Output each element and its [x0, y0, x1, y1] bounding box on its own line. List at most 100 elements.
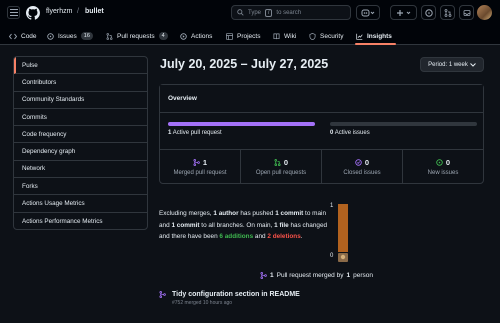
tab-security[interactable]: Security — [309, 30, 343, 42]
active-tab-indicator — [355, 43, 396, 45]
stat-merged-label: Merged pull request — [173, 170, 227, 176]
merged-summary: 1 Pull request merged by 1 person — [260, 272, 373, 279]
merged-icon — [260, 272, 267, 279]
stat-closed-issues[interactable]: 0 Closed issues — [322, 150, 403, 184]
graph-icon — [356, 33, 363, 40]
active-issues-summary[interactable]: 0 Active issues — [330, 130, 370, 136]
stat-open-prs[interactable]: 0 Open pull requests — [241, 150, 322, 184]
summary-text: and — [253, 233, 268, 240]
pull-request-icon — [106, 32, 113, 40]
inbox-icon — [463, 9, 470, 16]
repo-owner-link[interactable]: flyerhzm — [46, 8, 72, 15]
chart-max-label: 1 — [330, 203, 334, 209]
merged-icon — [159, 291, 166, 298]
sidebar-item-actions-performance-metrics[interactable]: Actions Performance Metrics — [14, 213, 147, 229]
sidebar-item-code-frequency[interactable]: Code frequency — [14, 126, 147, 144]
sidebar-item-actions-usage-metrics[interactable]: Actions Usage Metrics — [14, 195, 147, 213]
issues-header-button[interactable] — [421, 5, 436, 20]
tab-insights-label: Insights — [367, 32, 392, 40]
new-issue-icon — [436, 159, 443, 166]
git-pull-request-icon — [444, 8, 451, 17]
merged-people-count: 1 — [346, 272, 351, 279]
pull-requests-header-button[interactable] — [440, 5, 455, 20]
active-issues-count: 0 — [330, 130, 334, 136]
table-icon — [226, 32, 233, 40]
tab-code[interactable]: Code — [9, 30, 37, 42]
tab-issues[interactable]: Issues 16 — [47, 30, 93, 42]
sidebar-item-contributors[interactable]: Contributors — [14, 74, 147, 92]
commit-summary: Excluding merges, 1 author has pushed 1 … — [159, 208, 331, 243]
tab-actions-label: Actions — [191, 32, 213, 40]
summary-text: . — [300, 233, 303, 240]
stat-closed-label: Closed issues — [343, 170, 381, 176]
summary-commit-count: 1 — [275, 210, 279, 217]
pr-meta: #752 merged 10 hours ago — [172, 300, 233, 306]
stat-merged-prs[interactable]: 1 Merged pull request — [160, 150, 241, 184]
code-icon — [9, 33, 17, 39]
github-logo-icon[interactable] — [26, 6, 40, 20]
merged-count: 1 — [270, 272, 274, 279]
merged-pr-item: Tidy configuration section in README #75… — [159, 291, 300, 306]
overview-panel: Overview 1 Active pull request 0 Active … — [159, 84, 484, 184]
tab-projects[interactable]: Projects — [226, 30, 260, 42]
sidebar-item-forks[interactable]: Forks — [14, 178, 147, 196]
chart-min-label: 0 — [330, 253, 334, 259]
repo-name-link[interactable]: bullet — [85, 8, 104, 15]
page-title: July 20, 2025 – July 27, 2025 — [160, 57, 329, 71]
tab-projects-label: Projects — [237, 32, 261, 40]
stat-new-issues[interactable]: 0 New issues — [403, 150, 483, 184]
active-pr-summary[interactable]: 1 Active pull request — [168, 130, 222, 136]
merged-text: Pull request merged by — [276, 272, 344, 279]
open-pr-icon — [274, 159, 281, 166]
chart-bar[interactable] — [338, 204, 348, 252]
user-avatar[interactable] — [477, 5, 492, 20]
tab-insights[interactable]: Insights — [356, 30, 392, 42]
sidebar-item-pulse[interactable]: Pulse — [14, 57, 147, 75]
summary-authors[interactable]: 1 author — [213, 210, 238, 217]
tab-wiki[interactable]: Wiki — [273, 30, 296, 42]
menu-button[interactable] — [7, 6, 20, 19]
summary-files: 1 file — [274, 221, 289, 229]
issue-progress-bar — [330, 122, 477, 126]
stat-new-label: New issues — [427, 170, 459, 176]
author-avatar-face — [340, 254, 346, 260]
play-icon — [180, 32, 187, 40]
tab-actions[interactable]: Actions — [180, 30, 212, 42]
search-suffix: to search — [276, 9, 302, 16]
search-icon — [237, 9, 244, 16]
closed-issue-icon — [355, 159, 362, 166]
chevron-down-icon — [469, 62, 476, 67]
sidebar-item-dependency-graph[interactable]: Dependency graph — [14, 143, 147, 161]
search-input[interactable]: Type / to search — [231, 5, 351, 20]
summary-text: Excluding merges, — [159, 210, 214, 217]
stat-closed-value: 0 — [364, 158, 370, 167]
sidebar-item-commits[interactable]: Commits — [14, 109, 147, 127]
tab-pull-requests-label: Pull requests — [117, 32, 155, 40]
pr-title-link[interactable]: Tidy configuration section in README — [172, 291, 300, 298]
summary-text: has pushed — [238, 210, 276, 217]
period-select[interactable]: Period: 1 week — [420, 57, 484, 72]
summary-all-commits: 1 commit — [171, 221, 200, 229]
inbox-button[interactable] — [459, 5, 474, 20]
create-new-button[interactable] — [390, 5, 417, 20]
issues-count-badge: 16 — [80, 32, 93, 40]
top-header: flyerhzm / bullet Type / to search — [0, 0, 500, 26]
stat-new-value: 0 — [445, 158, 451, 167]
tab-pull-requests[interactable]: Pull requests 4 — [106, 30, 168, 42]
merged-people-text: person — [353, 272, 373, 279]
stat-open-value: 0 — [283, 158, 289, 167]
plus-dropdown-icon — [396, 9, 410, 16]
search-shortcut-key: / — [265, 8, 273, 17]
tab-security-label: Security — [320, 32, 344, 40]
pull-requests-count-badge: 4 — [158, 32, 168, 40]
shield-icon — [309, 32, 316, 40]
commits-by-author-chart: 1 0 — [330, 203, 348, 262]
active-pr-count: 1 — [168, 130, 172, 136]
summary-additions: 6 additions — [219, 233, 254, 240]
sidebar-item-community-standards[interactable]: Community Standards — [14, 92, 147, 109]
pr-progress-fill — [168, 122, 315, 126]
overview-heading: Overview — [160, 85, 483, 113]
sidebar-item-network[interactable]: Network — [14, 161, 147, 179]
pr-progress-bar — [168, 122, 315, 126]
copilot-button[interactable] — [356, 5, 380, 20]
